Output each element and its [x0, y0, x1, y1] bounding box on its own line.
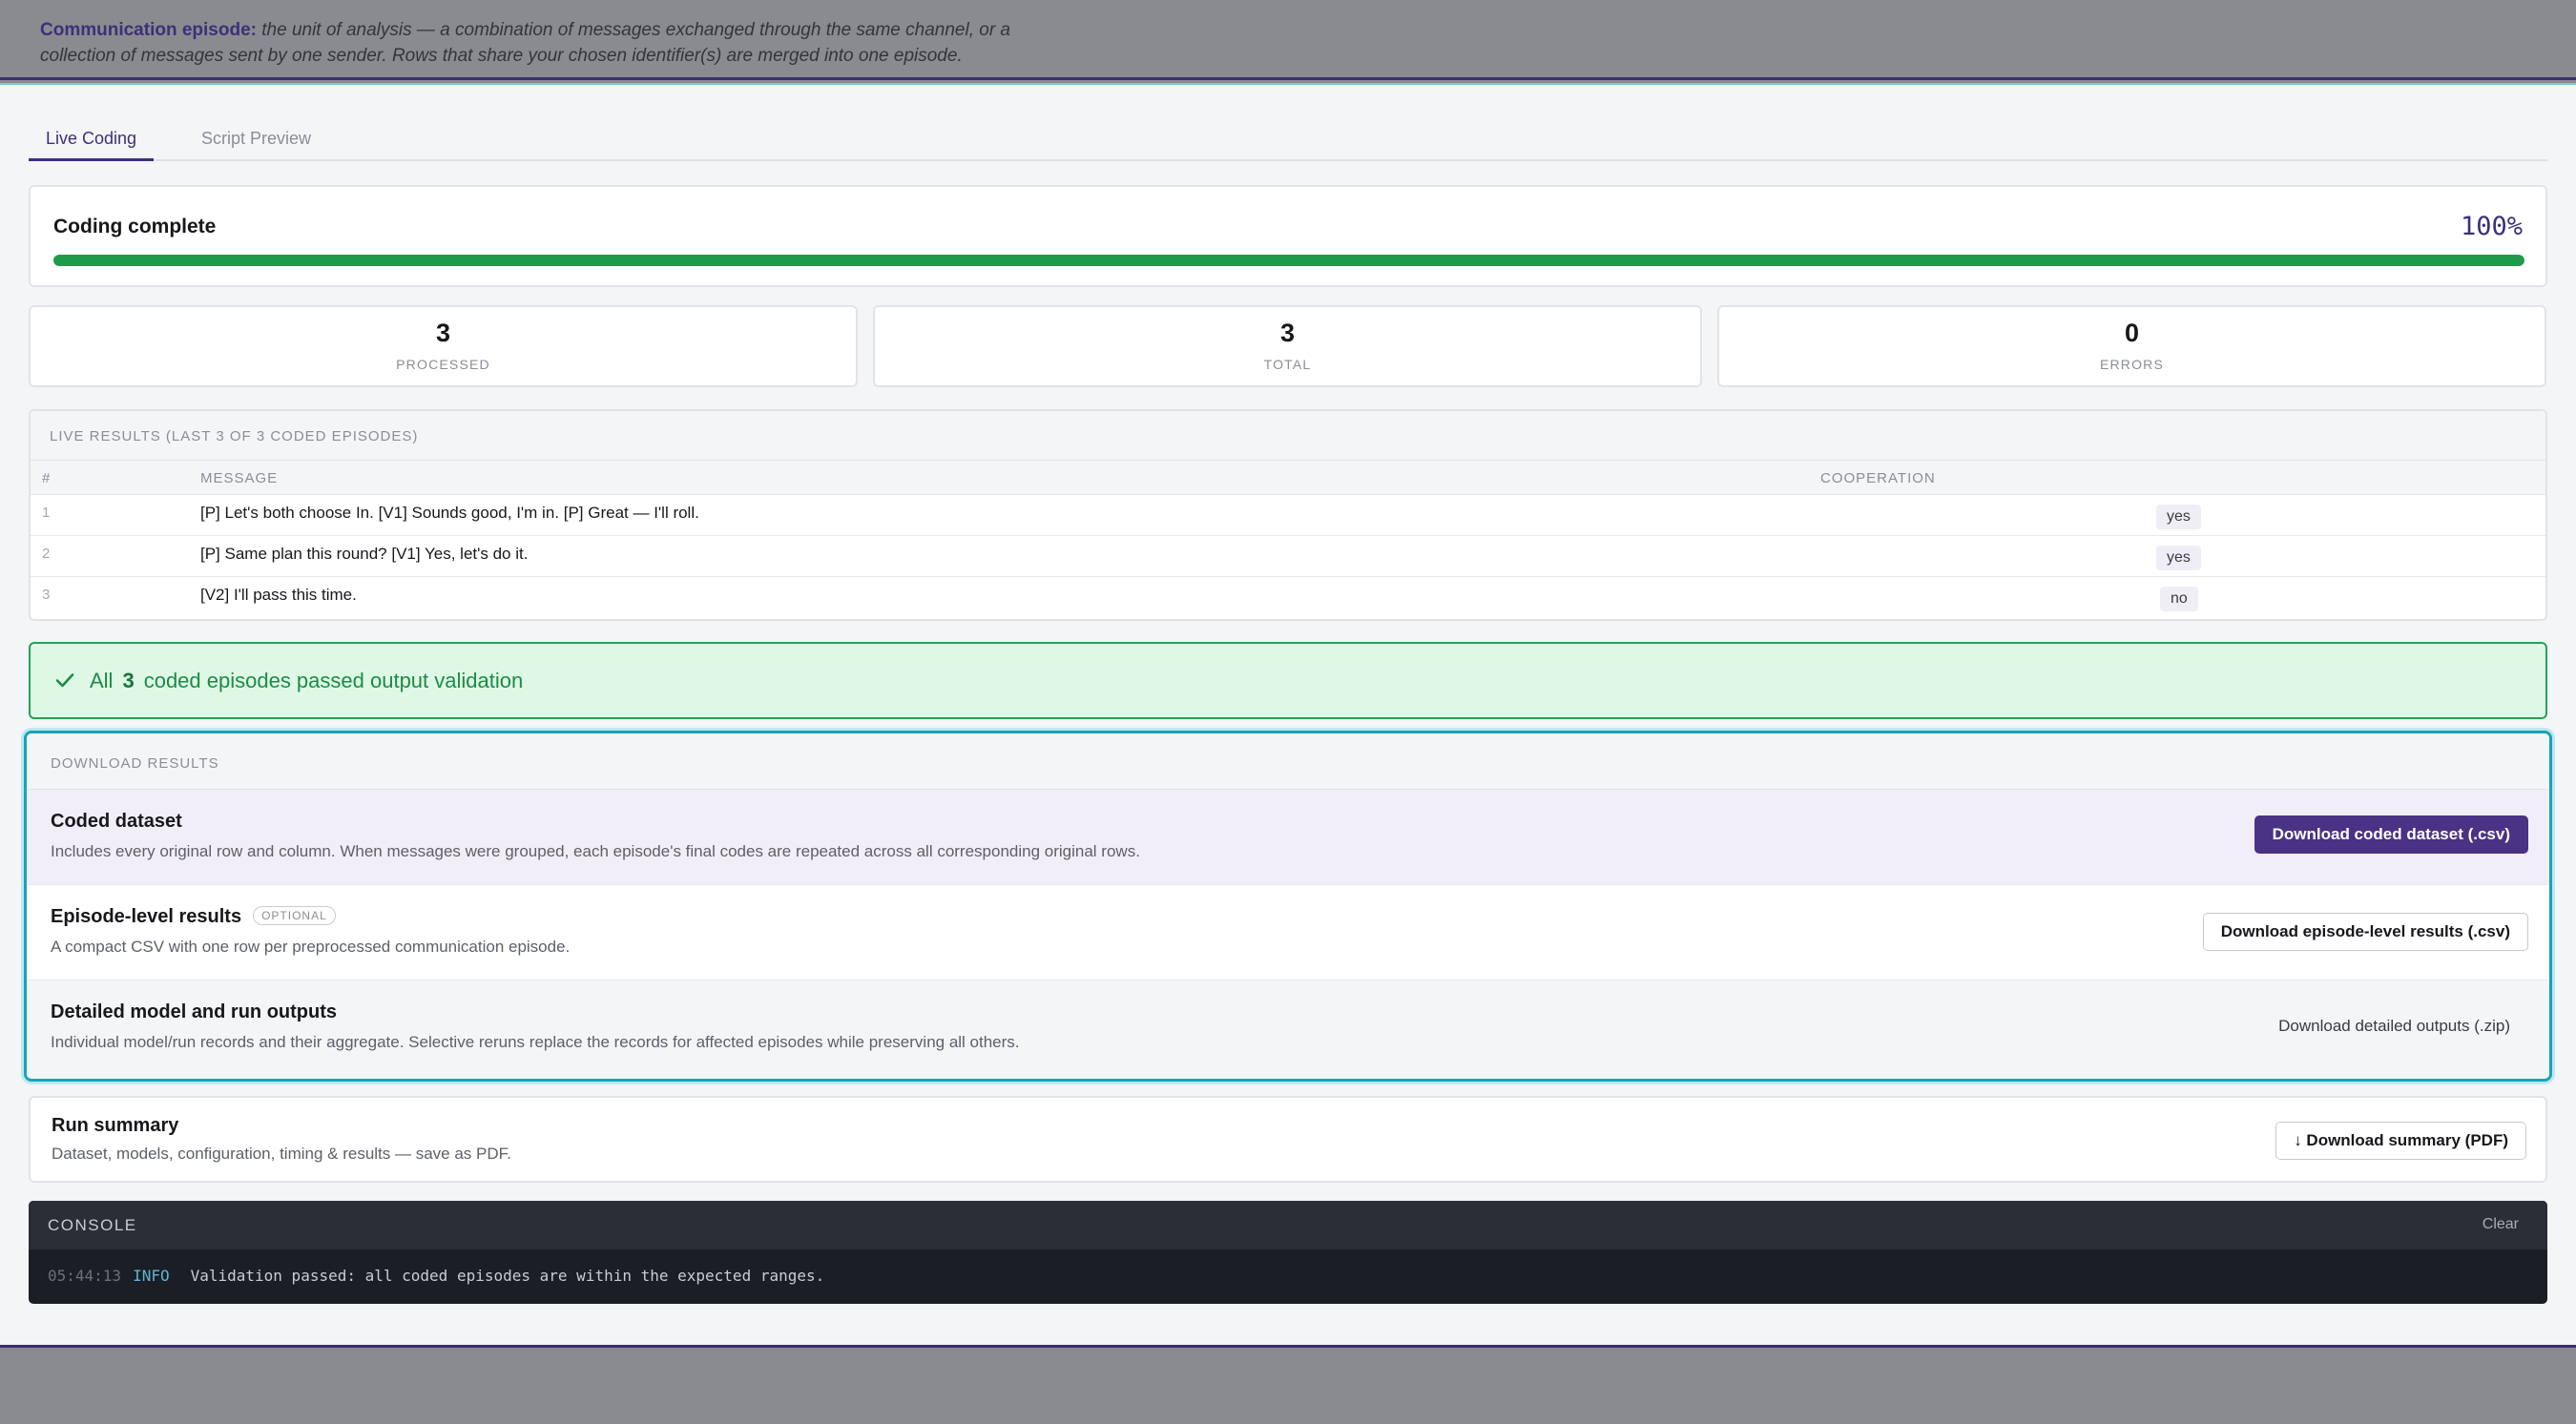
cooperation-badge: yes	[2156, 505, 2201, 529]
validation-prefix: All	[90, 669, 114, 692]
download-results: DOWNLOAD RESULTS Coded dataset Includes …	[24, 731, 2552, 1082]
download-coded-dataset-button[interactable]: Download coded dataset (.csv)	[2254, 815, 2528, 854]
stat-errors: 0 ERRORS	[1717, 305, 2546, 387]
stat-label: ERRORS	[2099, 357, 2165, 372]
progress-card: Coding complete 100%	[29, 185, 2547, 287]
panel-bottom-border	[0, 1345, 2576, 1348]
download-item-title: Episode-level results OPTIONAL	[51, 906, 336, 928]
optional-badge: OPTIONAL	[253, 906, 336, 925]
stat-label: PROCESSED	[396, 357, 490, 372]
live-results-header: LIVE RESULTS (LAST 3 OF 3 CODED EPISODES…	[31, 411, 2545, 461]
row-message: [P] Let's both choose In. [V1] Sounds go…	[200, 504, 699, 522]
tab-script-preview[interactable]: Script Preview	[184, 126, 328, 161]
stat-value: 3	[1279, 319, 1296, 347]
console-timestamp: 05:44:13	[48, 1267, 122, 1285]
download-item-title-text: Episode-level results	[51, 906, 242, 927]
table-row: 1 [P] Let's both choose In. [V1] Sounds …	[31, 495, 2545, 536]
table-row: 2 [P] Same plan this round? [V1] Yes, le…	[31, 536, 2545, 577]
run-summary-title: Run summary	[52, 1115, 179, 1136]
download-summary-button[interactable]: ↓ Download summary (PDF)	[2275, 1122, 2526, 1160]
download-item-description: Individual model/run records and their a…	[51, 1033, 1020, 1051]
row-index: 3	[42, 587, 51, 603]
download-item-title: Coded dataset	[51, 811, 182, 832]
column-index: #	[42, 470, 52, 486]
console-text: Validation passed: all coded episodes ar…	[190, 1267, 825, 1285]
tab-bar: Live Coding Script Preview	[29, 126, 2547, 161]
download-item-title: Detailed model and run outputs	[51, 1001, 338, 1022]
row-index: 1	[42, 505, 51, 521]
download-item-episode-results: Episode-level results OPTIONAL A compact …	[27, 885, 2549, 980]
live-results-table: LIVE RESULTS (LAST 3 OF 3 CODED EPISODES…	[29, 409, 2547, 621]
overlay-top: Communication episode: the unit of analy…	[0, 0, 2576, 80]
console-clear-button[interactable]: Clear	[2483, 1216, 2519, 1233]
validation-suffix: coded episodes passed output validation	[143, 669, 524, 692]
download-episode-results-button[interactable]: Download episode-level results (.csv)	[2202, 913, 2528, 951]
tab-live-coding[interactable]: Live Coding	[29, 126, 155, 161]
console-header: CONSOLE Clear	[29, 1201, 2547, 1249]
console: CONSOLE Clear 05:44:13 INFO Validation pas…	[29, 1201, 2547, 1304]
progress-bar	[53, 255, 2524, 266]
validation-message: All 3 coded episodes passed output validat…	[90, 669, 523, 693]
run-summary-description: Dataset, models, configuration, timing &…	[52, 1145, 511, 1163]
stat-value: 0	[2124, 319, 2140, 347]
download-item-detailed-outputs: Detailed model and run outputs Individua…	[27, 980, 2549, 1079]
run-summary: Run summary Dataset, models, configurati…	[29, 1096, 2547, 1183]
progress-percent: 100%	[2460, 212, 2523, 241]
stat-label: TOTAL	[1263, 357, 1312, 372]
validation-banner: All 3 coded episodes passed output validat…	[29, 642, 2547, 719]
download-results-title: DOWNLOAD RESULTS	[51, 755, 219, 772]
console-level: INFO	[133, 1267, 170, 1285]
check-icon	[55, 673, 74, 688]
stat-total: 3 TOTAL	[873, 305, 1702, 387]
progress-bar-fill	[53, 255, 2524, 266]
row-message: [V2] I'll pass this time.	[200, 586, 357, 604]
stat-value: 3	[435, 319, 451, 347]
table-row: 3 [V2] I'll pass this time. no	[31, 577, 2545, 618]
progress-title: Coding complete	[53, 216, 217, 237]
download-detailed-outputs-button[interactable]: Download detailed outputs (.zip)	[2260, 1007, 2528, 1045]
download-item-description: Includes every original row and column. …	[51, 842, 1140, 860]
column-cooperation: COOPERATION	[1820, 470, 1936, 486]
episode-definition: Communication episode: the unit of analy…	[40, 17, 1090, 69]
cooperation-badge: yes	[2156, 546, 2201, 570]
console-line: 05:44:13 INFO Validation passed: all coded…	[48, 1267, 824, 1285]
console-label: CONSOLE	[48, 1216, 137, 1234]
row-message: [P] Same plan this round? [V1] Yes, let'…	[200, 545, 529, 563]
download-item-description: A compact CSV with one row per preproces…	[51, 938, 571, 956]
stat-processed: 3 PROCESSED	[29, 305, 858, 387]
validation-count: 3	[122, 669, 135, 692]
column-message: MESSAGE	[200, 470, 279, 486]
live-results-title: LIVE RESULTS (LAST 3 OF 3 CODED EPISODES…	[50, 428, 419, 444]
cooperation-badge: no	[2160, 587, 2198, 611]
row-index: 2	[42, 546, 51, 562]
download-results-header: DOWNLOAD RESULTS	[27, 733, 2549, 790]
table-header: # MESSAGE COOPERATION	[31, 461, 2545, 495]
definition-term: Communication episode:	[40, 20, 257, 40]
download-item-coded-dataset: Coded dataset Includes every original ro…	[27, 790, 2549, 885]
